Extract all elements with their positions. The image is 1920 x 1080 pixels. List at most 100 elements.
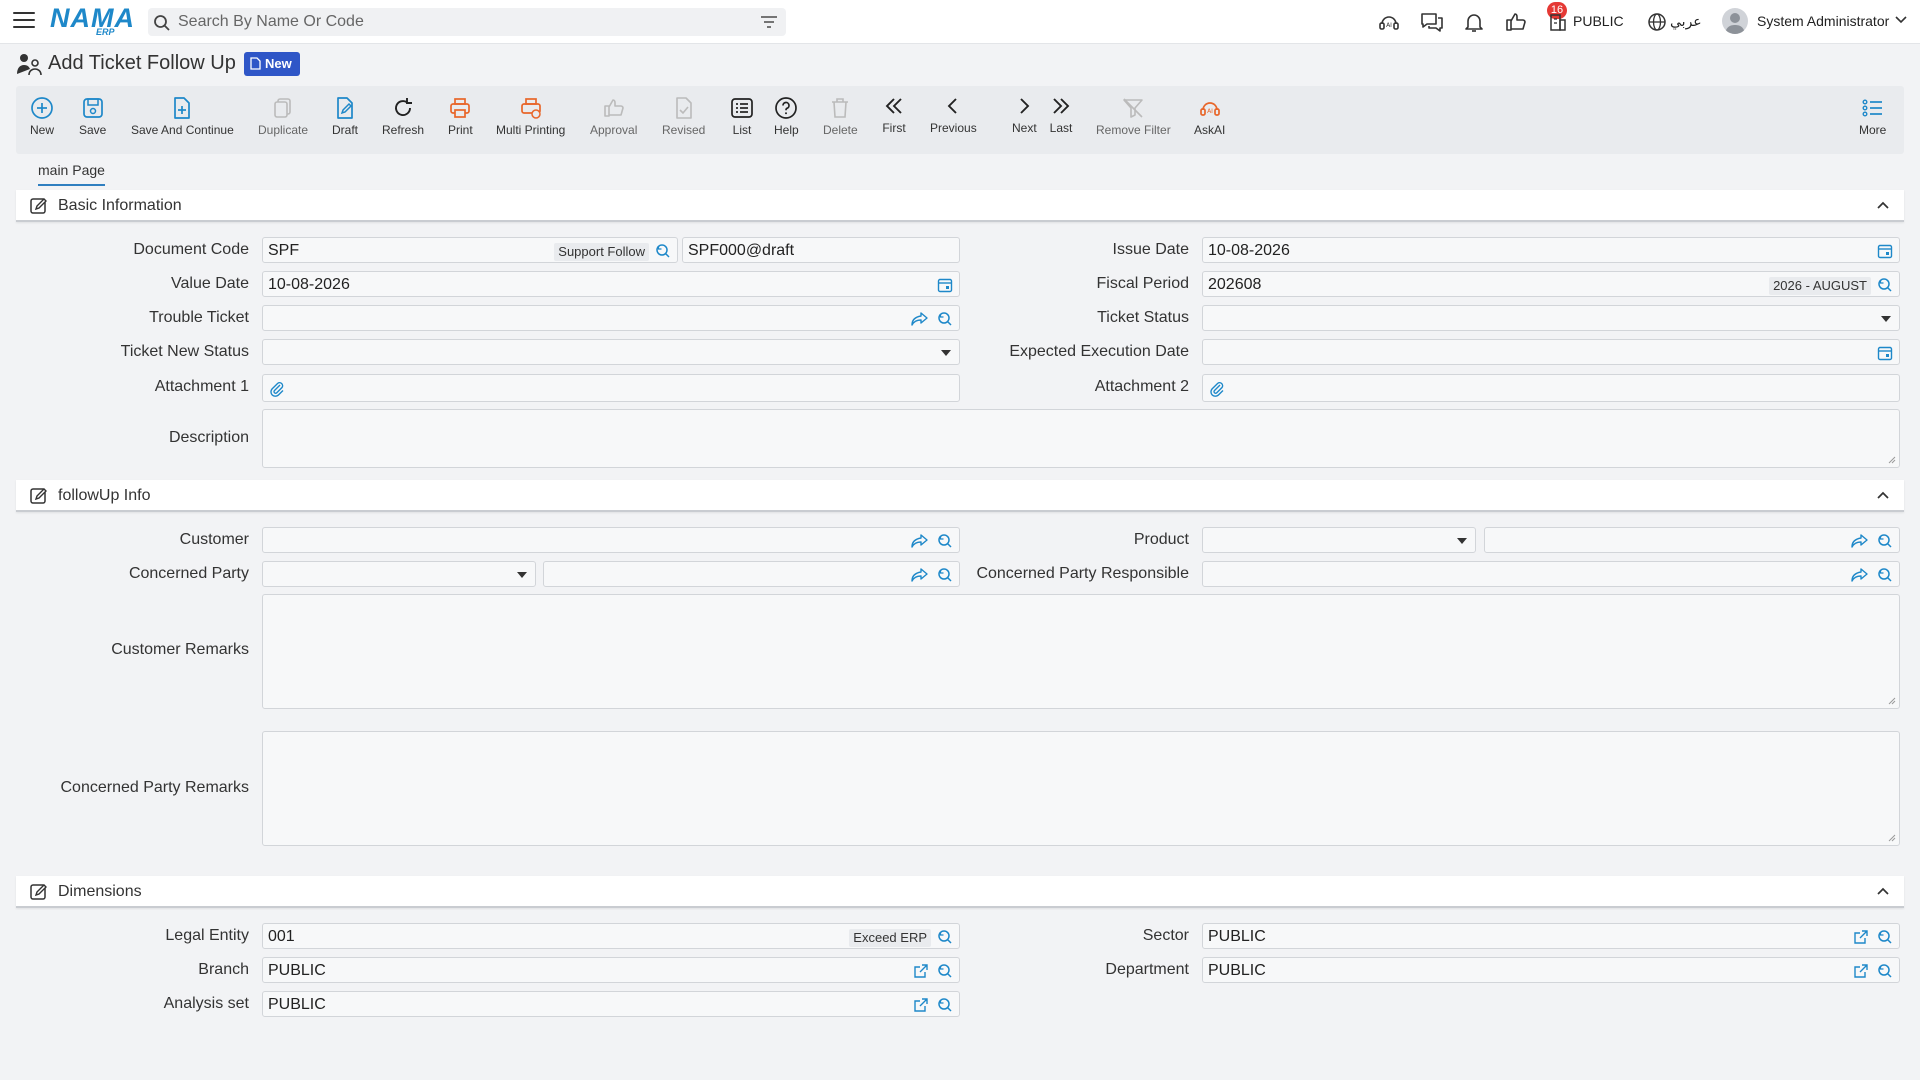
save-icon: [82, 98, 103, 118]
product-type-select[interactable]: [1202, 527, 1476, 553]
attachment-2-field[interactable]: [1202, 374, 1900, 402]
ai-assistant-icon[interactable]: AI: [1377, 10, 1401, 34]
calendar-icon[interactable]: [1877, 345, 1893, 361]
share-arrow-icon[interactable]: [911, 533, 929, 549]
delete-button[interactable]: Delete: [823, 96, 858, 137]
fiscal-period-field[interactable]: 202608 2026 - AUGUST: [1202, 271, 1900, 297]
branch-value: PUBLIC: [268, 962, 326, 979]
chevron-down-icon[interactable]: [1894, 15, 1908, 25]
share-arrow-icon[interactable]: [1851, 567, 1869, 583]
globe-icon[interactable]: [1647, 12, 1667, 32]
lookup-search-icon[interactable]: [1877, 277, 1893, 293]
search-input[interactable]: [178, 11, 738, 33]
search-box: [148, 8, 786, 36]
share-arrow-icon[interactable]: [911, 567, 929, 583]
chevron-up-icon[interactable]: [1876, 488, 1890, 502]
save-button[interactable]: Save: [79, 96, 106, 137]
concerned-party-field[interactable]: [543, 561, 960, 587]
duplicate-button[interactable]: Duplicate: [258, 96, 308, 137]
approval-button[interactable]: Approval: [590, 96, 637, 137]
lookup-search-icon[interactable]: [655, 243, 671, 259]
first-button[interactable]: First: [882, 94, 906, 135]
lookup-search-icon[interactable]: [1877, 963, 1893, 979]
sector-field[interactable]: PUBLIC: [1202, 923, 1900, 949]
section-followup-info[interactable]: followUp Info: [16, 480, 1904, 512]
external-link-icon[interactable]: [1853, 963, 1869, 979]
menu-icon[interactable]: [13, 12, 35, 30]
chevron-up-icon[interactable]: [1876, 198, 1890, 212]
new-button[interactable]: New: [30, 96, 54, 137]
legal-entity-field[interactable]: 001 Exceed ERP: [262, 923, 960, 949]
lookup-search-icon[interactable]: [1877, 533, 1893, 549]
section-dimensions[interactable]: Dimensions: [16, 876, 1904, 908]
concerned-party-responsible-field[interactable]: [1202, 561, 1900, 587]
draft-button[interactable]: Draft: [332, 96, 358, 137]
calendar-icon[interactable]: [937, 277, 953, 293]
external-link-icon[interactable]: [913, 997, 929, 1013]
user-name[interactable]: System Administrator: [1757, 13, 1889, 29]
list-button[interactable]: List: [730, 96, 754, 137]
lookup-search-icon[interactable]: [937, 533, 953, 549]
filter-icon[interactable]: [760, 15, 778, 29]
ticket-new-status-select[interactable]: [262, 339, 960, 365]
thumbs-up-icon[interactable]: [1504, 10, 1528, 34]
lookup-search-icon[interactable]: [937, 311, 953, 327]
customer-field[interactable]: [262, 527, 960, 553]
branch-field[interactable]: PUBLIC: [262, 957, 960, 983]
more-button[interactable]: More: [1859, 96, 1886, 137]
section-basic-information[interactable]: Basic Information: [16, 190, 1904, 222]
lookup-search-icon[interactable]: [937, 929, 953, 945]
calendar-icon[interactable]: [1877, 243, 1893, 259]
askai-button[interactable]: AI AskAI: [1194, 96, 1225, 137]
document-code-field[interactable]: SPF Support Follow: [262, 237, 678, 263]
remove-filter-button[interactable]: Remove Filter: [1096, 96, 1171, 137]
concerned-party-remarks-textarea[interactable]: [262, 731, 1900, 846]
multi-printing-button[interactable]: Multi Printing: [496, 96, 565, 137]
paperclip-icon[interactable]: [1209, 381, 1225, 397]
refresh-button[interactable]: Refresh: [382, 96, 424, 137]
next-button[interactable]: Next: [1012, 94, 1037, 135]
product-field[interactable]: [1484, 527, 1900, 553]
help-button[interactable]: Help: [774, 96, 799, 137]
description-label: Description: [168, 429, 249, 446]
revised-button[interactable]: Revised: [662, 96, 705, 137]
share-arrow-icon[interactable]: [911, 311, 929, 327]
language-switch[interactable]: عربي: [1670, 13, 1702, 30]
lookup-search-icon[interactable]: [937, 997, 953, 1013]
app-logo[interactable]: NAMA ERP: [50, 4, 134, 38]
description-textarea[interactable]: [262, 409, 1900, 468]
concerned-party-type-select[interactable]: [262, 561, 536, 587]
ticket-status-select[interactable]: [1202, 305, 1900, 331]
tab-main-page[interactable]: main Page: [38, 162, 105, 186]
print-button[interactable]: Print: [448, 96, 473, 137]
paperclip-icon[interactable]: [269, 381, 285, 397]
analysis-set-field[interactable]: PUBLIC: [262, 991, 960, 1017]
external-link-icon[interactable]: [913, 963, 929, 979]
resize-grip-icon[interactable]: [1888, 697, 1896, 705]
chat-icon[interactable]: [1419, 10, 1445, 34]
resize-grip-icon[interactable]: [1888, 834, 1896, 842]
last-button[interactable]: Last: [1049, 94, 1073, 135]
bell-icon[interactable]: [1462, 10, 1486, 34]
save-and-continue-button[interactable]: Save And Continue: [131, 96, 234, 137]
resize-grip-icon[interactable]: [1888, 456, 1896, 464]
share-arrow-icon[interactable]: [1851, 533, 1869, 549]
avatar[interactable]: [1722, 8, 1748, 34]
chevron-up-icon[interactable]: [1876, 884, 1890, 898]
lookup-search-icon[interactable]: [937, 963, 953, 979]
trouble-ticket-field[interactable]: [262, 305, 960, 331]
department-field[interactable]: PUBLIC: [1202, 957, 1900, 983]
lookup-search-icon[interactable]: [1877, 929, 1893, 945]
previous-button[interactable]: Previous: [930, 94, 977, 135]
value-date-field[interactable]: 10-08-2026: [262, 271, 960, 297]
expected-execution-date-field[interactable]: [1202, 339, 1900, 365]
help-label: Help: [774, 123, 799, 137]
document-number-field[interactable]: SPF000@draft: [682, 237, 960, 263]
attachment-1-field[interactable]: [262, 374, 960, 402]
customer-remarks-textarea[interactable]: [262, 594, 1900, 709]
external-link-icon[interactable]: [1853, 929, 1869, 945]
lookup-search-icon[interactable]: [937, 567, 953, 583]
sector-label[interactable]: PUBLIC: [1573, 13, 1624, 29]
issue-date-field[interactable]: 10-08-2026: [1202, 237, 1900, 263]
lookup-search-icon[interactable]: [1877, 567, 1893, 583]
